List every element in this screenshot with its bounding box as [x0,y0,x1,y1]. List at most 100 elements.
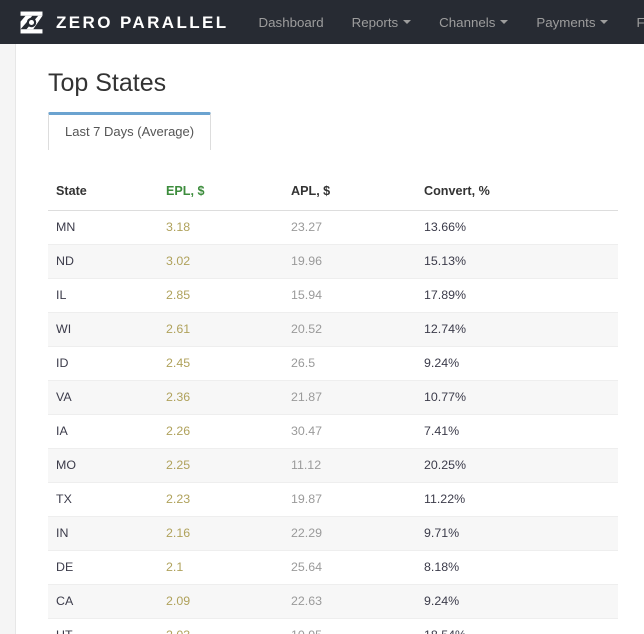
cell-state: MO [48,448,158,483]
cell-apl: 19.96 [283,244,416,279]
table-row[interactable]: TX 2.23 19.87 11.22% [48,482,618,517]
nav-label-payments: Payments [536,14,596,30]
cell-state: CA [48,584,158,619]
table-row[interactable]: WI 2.61 20.52 12.74% [48,312,618,347]
cell-epl: 3.02 [158,244,283,279]
column-header-convert[interactable]: Convert, % [416,174,618,211]
table-row[interactable]: ND 3.02 19.96 15.13% [48,244,618,279]
cell-convert: 12.74% [416,312,618,347]
cell-apl: 10.95 [283,618,416,634]
column-header-apl[interactable]: APL, $ [283,174,416,211]
nav-label-dashboard: Dashboard [258,14,324,30]
cell-convert: 9.24% [416,584,618,619]
cell-convert: 18.54% [416,618,618,634]
brand-logo-link[interactable]: ZERO PARALLEL [18,0,229,44]
chevron-down-icon [403,20,412,24]
cell-state: DE [48,550,158,585]
nav-label-reports: Reports [351,14,399,30]
cell-convert: 11.22% [416,482,618,517]
main-nav: Dashboard Reports Channels Payments Feed… [229,0,644,44]
cell-epl: 2.16 [158,516,283,551]
cell-apl: 19.87 [283,482,416,517]
table-head: State EPL, $ APL, $ Convert, % [48,174,618,211]
cell-convert: 15.13% [416,244,618,279]
table-row[interactable]: IL 2.85 15.94 17.89% [48,278,618,313]
nav-item-payments[interactable]: Payments [522,0,622,44]
column-header-state[interactable]: State [48,174,158,211]
table-row[interactable]: MN 3.18 23.27 13.66% [48,210,618,245]
nav-label-feed-cms: Feed CMS [636,14,644,30]
top-states-table-container: State EPL, $ APL, $ Convert, % MN 3.18 23.… [46,174,618,634]
tab-last-7-days-average[interactable]: Last 7 Days (Average) [48,112,212,150]
cell-epl: 2.03 [158,618,283,634]
cell-apl: 23.27 [283,210,416,245]
cell-apl: 22.63 [283,584,416,619]
table-row[interactable]: DE 2.1 25.64 8.18% [48,550,618,585]
cell-convert: 13.66% [416,210,618,245]
content-panel: Top States Last 7 Days (Average) State E… [15,44,644,634]
brand-name: ZERO PARALLEL [56,12,229,32]
cell-state: ND [48,244,158,279]
table-row[interactable]: CA 2.09 22.63 9.24% [48,584,618,619]
table-row[interactable]: MO 2.25 11.12 20.25% [48,448,618,483]
nav-item-dashboard[interactable]: Dashboard [245,0,338,44]
content-inner: Top States Last 7 Days (Average) State E… [16,44,644,634]
nav-link-payments[interactable]: Payments [522,0,622,44]
table-row[interactable]: IN 2.16 22.29 9.71% [48,516,618,551]
nav-link-channels[interactable]: Channels [425,0,522,44]
table-body: MN 3.18 23.27 13.66% ND 3.02 19.96 15.13% IL 2.85… [48,210,618,634]
chevron-down-icon [500,20,509,24]
cell-state: TX [48,482,158,517]
cell-convert: 9.24% [416,346,618,381]
cell-convert: 17.89% [416,278,618,313]
cell-convert: 7.41% [416,414,618,449]
cell-epl: 2.45 [158,346,283,381]
cell-epl: 2.25 [158,448,283,483]
cell-state: IN [48,516,158,551]
cell-state: IA [48,414,158,449]
cell-epl: 2.1 [158,550,283,585]
cell-convert: 8.18% [416,550,618,585]
cell-apl: 25.64 [283,550,416,585]
tab-bar: Last 7 Days (Average) [48,112,618,150]
cell-convert: 10.77% [416,380,618,415]
page-title: Top States [48,69,167,97]
table-row[interactable]: UT2.0310.9518.54% [48,618,618,634]
nav-link-reports[interactable]: Reports [338,0,426,44]
nav-label-channels: Channels [439,14,496,30]
cell-epl: 2.61 [158,312,283,347]
nav-item-channels[interactable]: Channels [425,0,522,44]
nav-link-feed-cms[interactable]: Feed CMS [622,0,644,44]
table-row[interactable]: ID 2.45 26.5 9.24% [48,346,618,381]
cell-apl: 21.87 [283,380,416,415]
cell-apl: 11.12 [283,448,416,483]
table-row[interactable]: IA 2.26 30.47 7.41% [48,414,618,449]
nav-link-dashboard[interactable]: Dashboard [245,0,338,44]
column-header-epl[interactable]: EPL, $ [158,174,283,211]
cell-apl: 22.29 [283,516,416,551]
nav-item-reports[interactable]: Reports [338,0,426,44]
cell-state: UT [48,618,158,634]
cell-state: VA [48,380,158,415]
nav-item-feed-cms[interactable]: Feed CMS [622,0,644,44]
table-header-row: State EPL, $ APL, $ Convert, % [48,174,618,211]
cell-epl: 2.23 [158,482,283,517]
page-body: Top States Last 7 Days (Average) State E… [0,44,644,634]
table-row[interactable]: VA 2.36 21.87 10.77% [48,380,618,415]
cell-convert: 20.25% [416,448,618,483]
zero-parallel-logo-icon [20,11,43,33]
cell-epl: 3.18 [158,210,283,245]
cell-epl: 2.09 [158,584,283,619]
cell-convert: 9.71% [416,516,618,551]
cell-state: WI [48,312,158,347]
cell-state: IL [48,278,158,313]
cell-apl: 15.94 [283,278,416,313]
cell-apl: 20.52 [283,312,416,347]
cell-apl: 26.5 [283,346,416,381]
cell-epl: 2.26 [158,414,283,449]
top-navbar: ZERO PARALLEL Dashboard Reports Channels… [0,0,644,44]
chevron-down-icon [600,20,609,24]
cell-apl: 30.47 [283,414,416,449]
cell-state: MN [48,210,158,245]
cell-epl: 2.85 [158,278,283,313]
